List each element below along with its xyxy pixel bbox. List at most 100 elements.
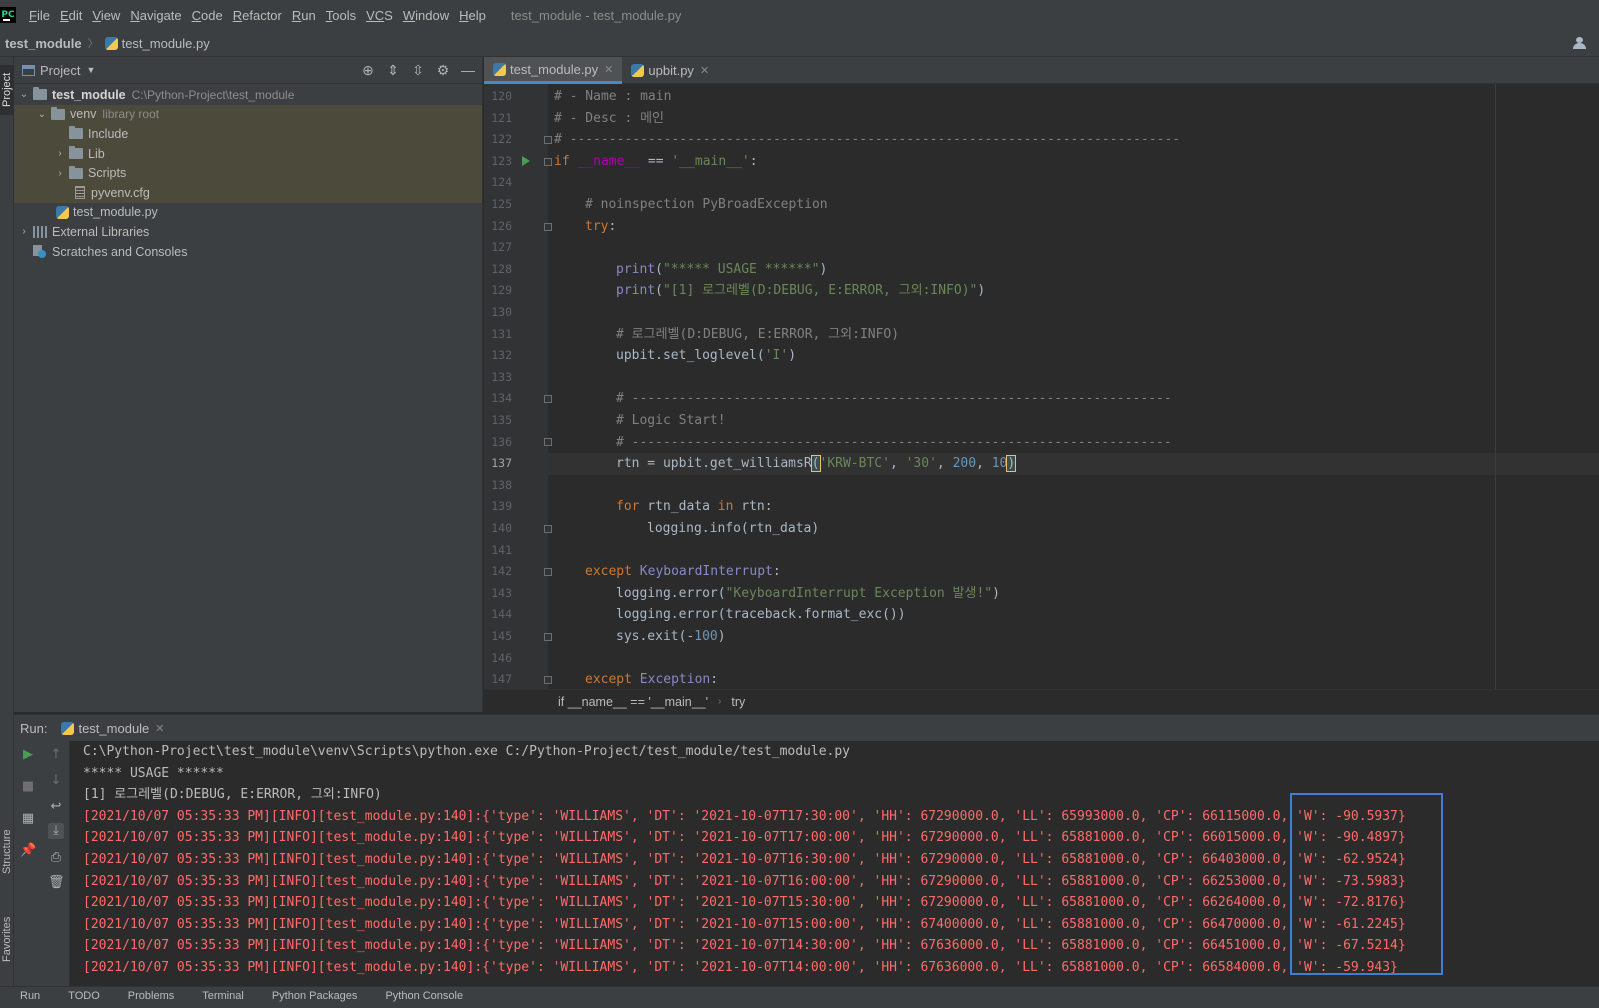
menu-run[interactable]: Run	[287, 8, 321, 23]
menu-view[interactable]: View	[87, 8, 125, 23]
tool-tab-terminal[interactable]: Terminal	[202, 987, 244, 1002]
arrow-down-icon[interactable]: ↓	[48, 773, 64, 789]
expand-all-icon[interactable]: ⇕	[385, 62, 401, 78]
tree-item-venv[interactable]: ⌄ venv library root	[14, 104, 482, 125]
code-line-142: except KeyboardInterrupt:	[585, 564, 781, 580]
code-line-140: logging.info(rtn_data)	[647, 521, 820, 536]
code-token: ==	[640, 153, 672, 169]
line-number-current: 137	[491, 456, 512, 471]
tool-tab-todo[interactable]: TODO	[68, 987, 100, 1002]
run-gutter-icon[interactable]	[522, 156, 530, 166]
soft-wrap-icon[interactable]: ↩	[48, 799, 64, 815]
fold-marker-icon[interactable]	[544, 223, 552, 231]
menu-edit[interactable]: Edit	[55, 8, 87, 23]
tool-tab-project[interactable]: Project	[0, 65, 14, 115]
close-icon[interactable]: ✕	[604, 63, 613, 76]
locate-file-icon[interactable]: ⊕	[360, 62, 376, 78]
line-number: 131	[491, 326, 512, 341]
menu-navigate[interactable]: Navigate	[125, 8, 186, 23]
code-editor[interactable]: 120 121 122 123 124 125 126 127 128 129 …	[484, 84, 1599, 689]
nav-crumb-project[interactable]: test_module	[5, 36, 82, 51]
restore-layout-icon[interactable]: ▦	[20, 811, 36, 827]
fold-marker-icon[interactable]	[544, 676, 552, 684]
code-token: Exception	[639, 672, 711, 688]
tool-tab-python-packages[interactable]: Python Packages	[272, 987, 358, 1002]
line-number: 120	[491, 89, 512, 103]
menu-vcs[interactable]: VCS	[361, 8, 398, 23]
chevron-down-icon[interactable]: ⌄	[36, 109, 48, 120]
chevron-down-icon[interactable]: ⌄	[18, 89, 30, 100]
user-icon[interactable]	[1573, 37, 1587, 49]
nav-crumb-file[interactable]: test_module.py	[122, 36, 210, 51]
code-line-120: # - Name : main	[554, 89, 672, 104]
fold-marker-icon[interactable]	[544, 438, 552, 446]
code-token: if	[554, 153, 570, 169]
pin-icon[interactable]: 📌	[20, 843, 36, 859]
fold-marker-icon[interactable]	[544, 633, 552, 641]
run-tab-test-module[interactable]: test_module ✕	[61, 721, 165, 736]
editor-tab-upbit[interactable]: upbit.py ✕	[622, 57, 718, 84]
menu-window[interactable]: Window	[398, 8, 454, 23]
fold-marker-icon[interactable]	[544, 158, 552, 166]
menu-tools[interactable]: Tools	[321, 8, 361, 23]
tree-item-scripts[interactable]: › Scripts	[14, 163, 482, 183]
collapse-all-icon[interactable]: ⇳	[410, 62, 426, 78]
menu-file[interactable]: File	[24, 8, 55, 23]
tool-tab-structure[interactable]: Structure	[0, 819, 14, 885]
rerun-icon[interactable]: ▶	[20, 747, 36, 763]
menu-mnemonic: W	[402, 7, 416, 23]
fold-marker-icon[interactable]	[544, 568, 552, 576]
editor-gutter[interactable]: 120 121 122 123 124 125 126 127 128 129 …	[484, 84, 552, 689]
close-icon[interactable]: ✕	[155, 722, 164, 735]
minimize-icon[interactable]: —	[460, 62, 476, 78]
fold-marker-icon[interactable]	[544, 525, 552, 533]
fold-marker-icon[interactable]	[544, 395, 552, 403]
stop-icon[interactable]: ■	[20, 779, 36, 795]
tree-item-scratches[interactable]: Scratches and Consoles	[14, 242, 482, 262]
chevron-right-icon[interactable]: ›	[18, 226, 30, 237]
editor-tab-test-module[interactable]: test_module.py ✕	[484, 57, 623, 84]
line-number: 129	[491, 283, 512, 298]
menu-label: elp	[468, 7, 486, 23]
tree-item-pyvenv-cfg[interactable]: pyvenv.cfg	[14, 182, 482, 203]
chevron-right-icon[interactable]: ›	[54, 168, 66, 179]
chevron-right-icon[interactable]: ›	[54, 148, 66, 159]
menu-refactor[interactable]: Refactor	[228, 8, 287, 23]
close-icon[interactable]: ✕	[700, 64, 709, 77]
line-number: 138	[491, 477, 512, 492]
pycharm-logo-icon[interactable]: PC	[0, 7, 16, 23]
code-token: sys.exit(-	[616, 629, 695, 644]
scroll-to-end-icon[interactable]: ⤓	[48, 823, 64, 839]
menu-label: iew	[100, 7, 121, 23]
tree-item-lib[interactable]: › Lib	[14, 143, 482, 164]
tool-tab-favorites[interactable]: Favorites	[0, 907, 14, 971]
code-token: 100	[694, 629, 718, 644]
tool-tab-python-console[interactable]: Python Console	[385, 987, 463, 1002]
navigation-bar: test_module 〉 test_module.py	[0, 30, 1599, 57]
chevron-right-icon: 〉	[87, 38, 99, 50]
menu-help[interactable]: Help	[454, 8, 491, 23]
line-number: 141	[491, 542, 512, 557]
fold-marker-icon[interactable]	[544, 136, 552, 144]
trash-icon[interactable]: 🗑	[48, 875, 65, 891]
tool-tab-run[interactable]: Run	[20, 987, 40, 1002]
menu-code[interactable]: Code	[187, 8, 228, 23]
tree-item-root[interactable]: ⌄ test_module C:\Python-Project\test_mod…	[14, 85, 482, 105]
chevron-down-icon[interactable]: ▼	[86, 65, 95, 75]
arrow-up-icon[interactable]: ↑	[48, 747, 64, 763]
run-toolbar-primary: ▶ ■ ▦ 📌	[14, 741, 42, 1002]
gear-icon[interactable]: ⚙	[435, 62, 451, 78]
code-token: 'KRW-BTC'	[819, 456, 890, 472]
code-token: 10	[991, 456, 1008, 472]
tree-item-external-libraries[interactable]: › External Libraries	[14, 222, 482, 242]
code-breadcrumb-try[interactable]: try	[731, 695, 745, 709]
line-number: 143	[491, 585, 512, 600]
tree-item-test-module-py[interactable]: test_module.py	[14, 203, 482, 223]
print-icon[interactable]: ⎙	[48, 850, 64, 866]
run-console-output[interactable]: C:\Python-Project\test_module\venv\Scrip…	[70, 741, 1599, 986]
tool-tab-problems[interactable]: Problems	[128, 987, 174, 1002]
code-breadcrumb-if[interactable]: if __name__ == '__main__'	[558, 695, 708, 709]
tree-item-include[interactable]: Include	[14, 124, 482, 144]
code-token: try	[585, 218, 609, 234]
project-view-selector[interactable]: Project	[40, 63, 80, 78]
